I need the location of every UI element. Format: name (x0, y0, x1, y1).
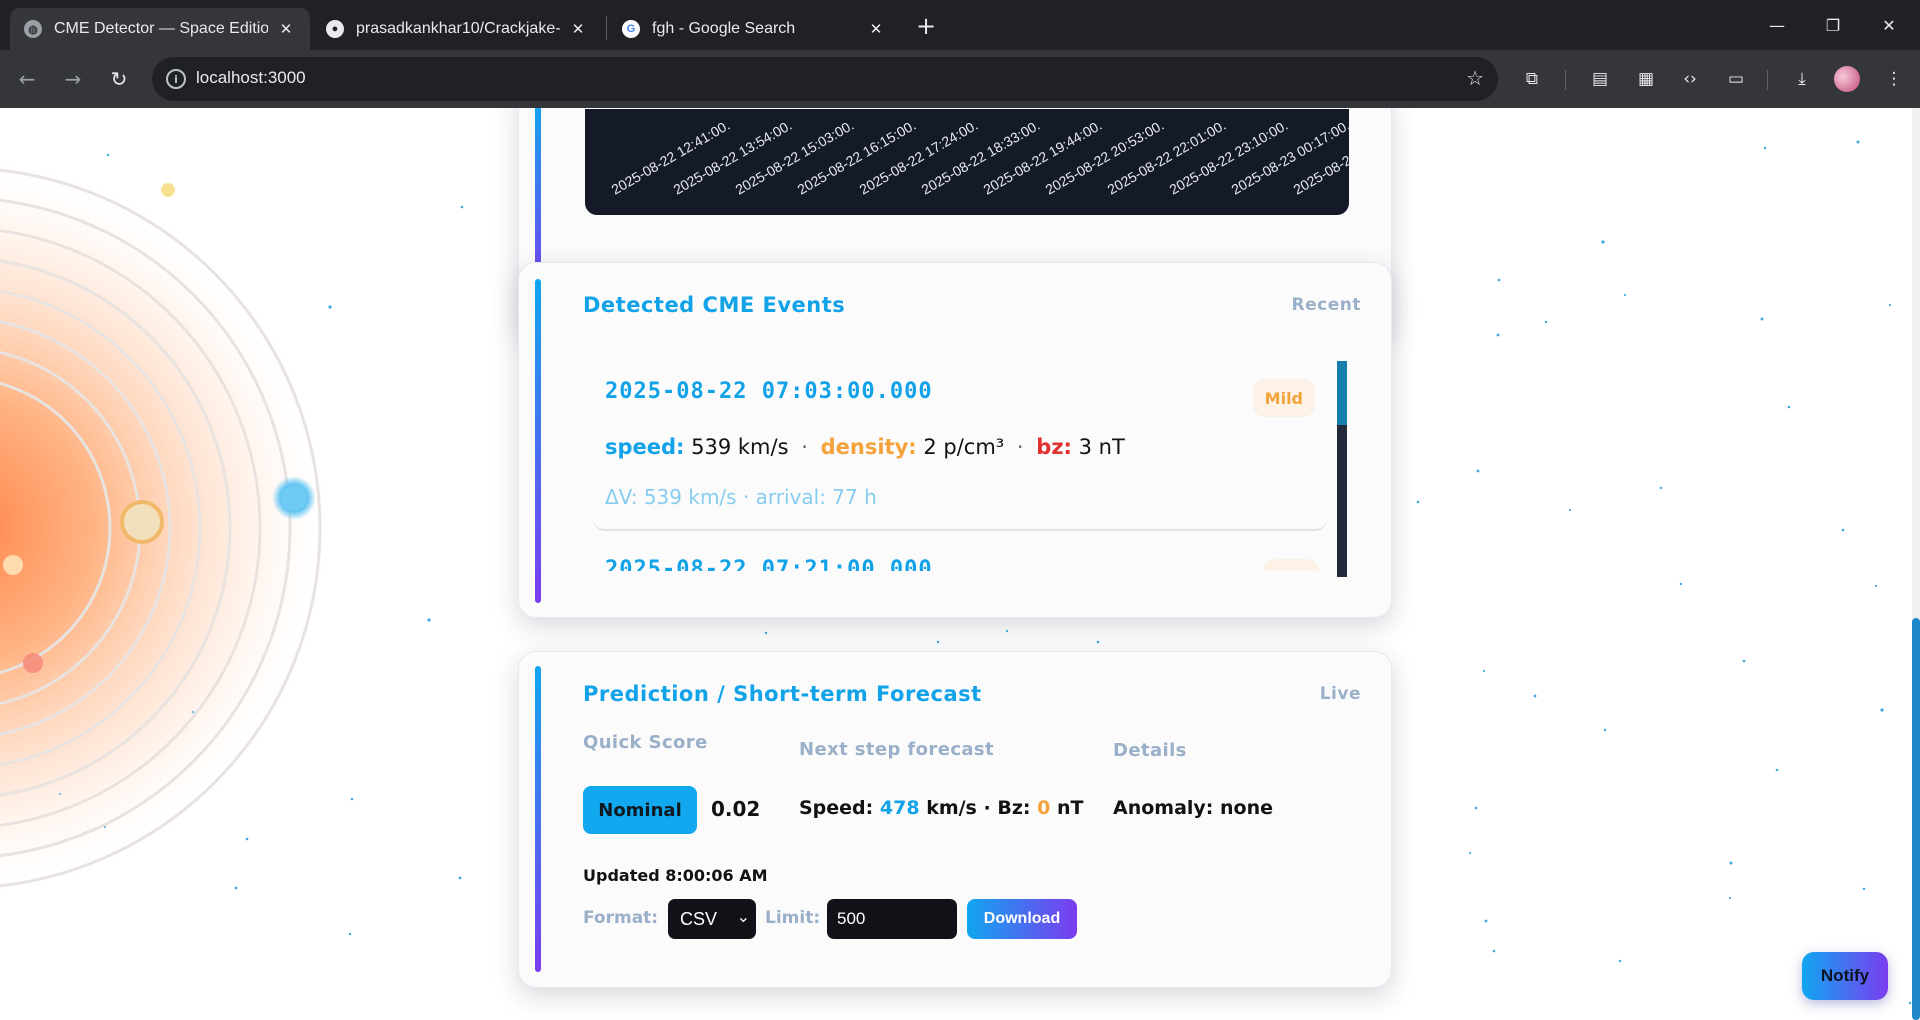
reading-list-icon[interactable]: ▤ (1586, 65, 1614, 93)
quick-score-value: 0.02 (711, 797, 761, 821)
event-date: 2025-08-22 07:03:00.000 (605, 379, 933, 404)
forecast-card: Prediction / Short-term Forecast Live Qu… (518, 651, 1392, 988)
density-value: 2 p/cm³ (923, 435, 1005, 459)
speed-unit: km/s (926, 797, 977, 819)
status-nominal-badge: Nominal (583, 786, 697, 834)
tab-google-search[interactable]: G fgh - Google Search ✕ (608, 8, 900, 50)
limit-label: Limit: (765, 908, 821, 928)
event-derived-metrics: ΔV: 539 km/s · arrival: 77 h (605, 485, 877, 509)
anomaly-text: Anomaly: none (1113, 797, 1274, 819)
format-select[interactable]: CSV ⌄ (668, 899, 756, 939)
severity-badge: Mild (1252, 379, 1315, 417)
tab-title: prasadkankhar10/Crackjake-s_C (356, 20, 560, 37)
card-accent-bar (535, 279, 541, 603)
events-scrollbar-thumb[interactable] (1337, 361, 1347, 425)
density-label: density: (820, 435, 917, 459)
forecast-live-tag: Live (1319, 684, 1361, 704)
limit-input[interactable]: 500 (827, 899, 957, 939)
bz-value: 0 (1037, 797, 1051, 819)
updated-timestamp: Updated 8:00:06 AM (583, 866, 768, 885)
speed-label: Speed: (799, 797, 874, 819)
tab-github[interactable]: ● prasadkankhar10/Crackjake-s_C ✕ (312, 8, 602, 50)
next-step-label: Next step forecast (799, 739, 995, 760)
google-icon: G (622, 20, 640, 38)
profile-avatar[interactable] (1834, 66, 1860, 92)
bz-label: Bz: (997, 797, 1031, 819)
extensions-icon[interactable]: ⧉ (1518, 65, 1546, 93)
tab-bar: ◍ CME Detector — Space Edition ✕ ● prasa… (0, 0, 1920, 50)
details-label: Details (1113, 740, 1187, 761)
tab-cme-detector[interactable]: ◍ CME Detector — Space Edition ✕ (10, 8, 310, 50)
site-info-icon[interactable]: i (166, 69, 186, 89)
close-tab-icon[interactable]: ✕ (866, 19, 886, 39)
separator-dot: · (983, 797, 991, 819)
close-tab-icon[interactable]: ✕ (276, 19, 296, 39)
minimize-icon[interactable]: — (1754, 0, 1800, 50)
window-close-icon[interactable]: ✕ (1866, 0, 1912, 50)
bz-value: 3 nT (1078, 435, 1125, 459)
events-title: Detected CME Events (583, 293, 846, 317)
severity-badge-next (1263, 559, 1319, 571)
close-tab-icon[interactable]: ✕ (568, 19, 588, 39)
globe-icon: ◍ (24, 20, 42, 38)
forward-icon[interactable]: → (58, 64, 88, 94)
detected-events-card: Detected CME Events Recent 2025-08-22 07… (518, 262, 1392, 618)
reload-icon[interactable]: ↻ (104, 64, 134, 94)
notify-button[interactable]: Notify (1802, 952, 1888, 1000)
download-button[interactable]: Download (967, 899, 1077, 939)
restore-icon[interactable]: ❐ (1810, 0, 1856, 50)
tab-separator (606, 16, 607, 40)
tab-title: CME Detector — Space Edition (54, 20, 268, 37)
tab-search-icon[interactable]: ▦ (1632, 65, 1660, 93)
speed-value: 539 km/s (691, 435, 789, 459)
timeseries-chart: 2025-08-22 12:41:00. 2025-08-22 13:54:00.… (585, 109, 1349, 215)
tab-title: fgh - Google Search (652, 20, 796, 37)
events-recent-tag: Recent (1291, 295, 1361, 315)
browser-toolbar: ← → ↻ i localhost:3000 ☆ ⧉ ▤ ▦ ‹› ▭ ⤓ ⋮ (0, 50, 1920, 108)
quick-score-label: Quick Score (583, 732, 708, 753)
devtools-code-icon[interactable]: ‹› (1676, 65, 1704, 93)
event-date-next: 2025-08-22 07:21:00.000 (605, 557, 933, 571)
address-bar[interactable]: i localhost:3000 ☆ (152, 57, 1498, 101)
bookmark-star-icon[interactable]: ☆ (1466, 66, 1484, 90)
page-viewport: 2025-08-22 12:41:00. 2025-08-22 13:54:00.… (0, 108, 1920, 1020)
menu-kebab-icon[interactable]: ⋮ (1880, 65, 1908, 93)
format-selected-value: CSV (680, 908, 718, 929)
url-text: localhost:3000 (196, 68, 306, 87)
events-list[interactable]: 2025-08-22 07:03:00.000 Mild speed: 539 … (593, 355, 1333, 571)
card-accent-bar (535, 666, 541, 972)
bz-unit: nT (1056, 797, 1084, 819)
speed-value: 478 (879, 797, 920, 819)
x-axis-ticks: 2025-08-22 12:41:00.2025-08-22 13:54:00.… (609, 117, 1350, 195)
event-metrics: speed: 539 km/s · density: 2 p/cm³ · bz:… (605, 435, 1125, 459)
github-icon: ● (326, 20, 344, 38)
chevron-down-icon: ⌄ (736, 909, 750, 926)
event-list-item[interactable]: 2025-08-22 07:03:00.000 Mild speed: 539 … (593, 355, 1327, 531)
page-scrollbar-thumb[interactable] (1912, 618, 1920, 1020)
separator-dot: · (801, 435, 808, 459)
separator-dot: · (1016, 435, 1024, 459)
new-tab-icon[interactable]: + (912, 12, 940, 40)
bz-label: bz: (1036, 435, 1072, 459)
cast-icon[interactable]: ▭ (1722, 65, 1750, 93)
next-step-forecast: Speed: 478 km/s · Bz: 0 nT (799, 797, 1083, 819)
back-icon[interactable]: ← (12, 64, 42, 94)
toolbar-separator (1767, 70, 1768, 90)
speed-label: speed: (605, 435, 685, 459)
forecast-title: Prediction / Short-term Forecast (583, 682, 982, 706)
toolbar-separator (1565, 70, 1566, 90)
format-label: Format: (583, 908, 659, 928)
downloads-icon[interactable]: ⤓ (1788, 65, 1816, 93)
